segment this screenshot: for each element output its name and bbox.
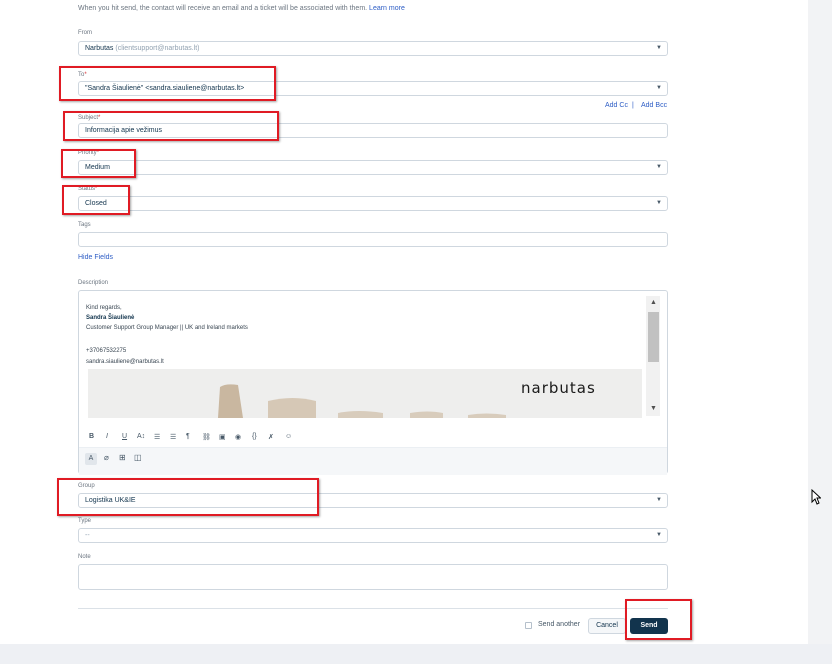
send-another-label: Send another: [538, 621, 581, 628]
type-label: Type: [78, 518, 92, 524]
highlight-box-priority: [61, 149, 136, 178]
attachment-icon[interactable]: ⌀: [104, 453, 109, 462]
info-message: When you hit send, the contact will rece…: [78, 5, 368, 12]
underline-icon[interactable]: U: [122, 433, 127, 440]
font-size-icon[interactable]: A↕: [137, 433, 145, 440]
narbutas-logo: narbutas: [521, 379, 596, 397]
highlight-box-subject: [63, 111, 279, 141]
image-icon[interactable]: ▣: [219, 433, 226, 441]
status-select[interactable]: Closed ▼: [78, 196, 668, 211]
numbered-list-icon[interactable]: ☰: [170, 433, 176, 441]
cc-separator: |: [632, 102, 634, 109]
page-scrollbar[interactable]: [808, 0, 832, 644]
send-another-checkbox[interactable]: [525, 622, 532, 629]
signature-line: Kind regards,: [86, 305, 122, 311]
insert-icon[interactable]: ⊞: [119, 453, 126, 462]
highlight-box-to: [59, 66, 276, 101]
italic-icon[interactable]: I: [106, 433, 108, 440]
tags-label: Tags: [78, 222, 91, 228]
add-bcc-link[interactable]: Add Bcc: [641, 102, 667, 109]
signature-email: sandra.siauliene@narbutas.lt: [86, 359, 164, 365]
description-editor[interactable]: Kind regards, Sandra Šiaulienė Customer …: [78, 290, 668, 475]
text-format-icon[interactable]: A: [85, 453, 97, 465]
link-icon[interactable]: ⛓: [202, 433, 211, 441]
bullet-list-icon[interactable]: ☰: [154, 433, 160, 441]
chevron-down-icon: ▼: [656, 85, 662, 91]
highlight-box-status: [62, 185, 130, 215]
info-text: When you hit send, the contact will rece…: [78, 5, 405, 12]
signature-banner-image: narbutas: [88, 369, 642, 418]
mouse-cursor-icon: [811, 489, 821, 505]
database-icon[interactable]: ◉: [235, 433, 241, 441]
from-label: From: [78, 30, 92, 36]
signature-title: Customer Support Group Manager || UK and…: [86, 325, 248, 331]
signature-phone: +37067532275: [86, 348, 127, 354]
footer-divider: [78, 608, 668, 609]
knowledge-base-icon[interactable]: ◫: [134, 453, 142, 462]
code-icon[interactable]: {}: [252, 433, 257, 440]
editor-scrollbar-thumb[interactable]: [648, 312, 659, 362]
chevron-down-icon: ▼: [656, 497, 662, 503]
tags-input[interactable]: [78, 232, 668, 247]
description-label: Description: [78, 280, 109, 286]
chevron-down-icon: ▼: [656, 164, 662, 170]
note-label: Note: [78, 554, 91, 560]
type-value: --: [85, 532, 90, 539]
type-select[interactable]: -- ▼: [78, 528, 668, 543]
highlight-box-group: [57, 478, 319, 516]
learn-more-link[interactable]: Learn more: [369, 5, 405, 12]
editor-action-bar: A ⌀ ⊞ ◫: [79, 447, 667, 475]
chevron-down-icon: ▼: [656, 45, 662, 51]
from-name: Narbutas: [85, 45, 114, 52]
note-textarea[interactable]: [78, 564, 668, 590]
add-cc-link[interactable]: Add Cc: [605, 102, 628, 109]
scroll-up-icon[interactable]: ▲: [650, 299, 657, 306]
from-select[interactable]: Narbutas (clientsupport@narbutas.lt) ▼: [78, 41, 668, 56]
chevron-down-icon: ▼: [656, 200, 662, 206]
paragraph-icon[interactable]: ¶: [186, 433, 190, 440]
priority-select[interactable]: Medium ▼: [78, 160, 668, 175]
bold-icon[interactable]: B: [89, 433, 94, 440]
hide-fields-link[interactable]: Hide Fields: [78, 254, 113, 261]
cancel-button[interactable]: Cancel: [588, 618, 626, 634]
chevron-down-icon: ▼: [656, 532, 662, 538]
emoji-icon[interactable]: ☺: [285, 433, 292, 440]
clear-format-icon[interactable]: ✗: [268, 433, 274, 441]
highlight-box-send: [625, 599, 692, 640]
signature-name: Sandra Šiaulienė: [86, 315, 135, 321]
scroll-down-icon[interactable]: ▼: [650, 405, 657, 412]
from-email: (clientsupport@narbutas.lt): [115, 45, 200, 52]
